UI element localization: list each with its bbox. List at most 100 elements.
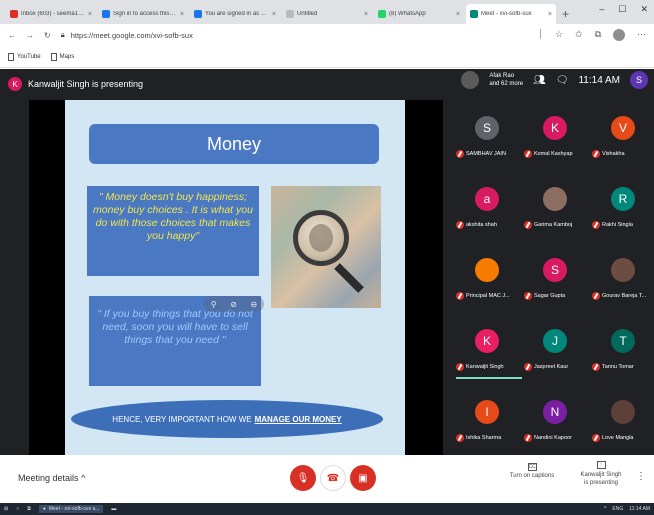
camera-off-button[interactable]: ▣ [350, 465, 376, 491]
meeting-details-button[interactable]: Meeting details ^ [18, 473, 85, 483]
favorites-icon[interactable]: ✩ [575, 29, 583, 41]
present-icon: ↑ [596, 461, 606, 469]
slide-title: Money [89, 124, 379, 164]
participant-tile[interactable]: R Rakhi Singla [590, 171, 654, 241]
captions-button[interactable]: CC Turn on captions [508, 463, 556, 479]
whatsapp-icon [378, 10, 386, 18]
pin-icon[interactable]: ⚲ [211, 300, 217, 309]
mic-muted-icon [456, 434, 464, 442]
more-options-icon[interactable]: ⋮ [636, 471, 646, 482]
captions-label: Turn on captions [509, 473, 555, 479]
tray-arrow-icon[interactable]: ^ [604, 506, 606, 512]
remove-icon[interactable]: ⊖ [251, 300, 258, 309]
bookmark-maps[interactable]: Maps [50, 52, 75, 61]
task-view-icon[interactable]: ⧉ [27, 506, 31, 512]
bookmark-youtube[interactable]: YouTube [8, 52, 41, 61]
tab-label: You are signed in as E104 [205, 11, 269, 17]
lock-icon: 🔒︎ [60, 30, 65, 39]
browser-tab[interactable]: Sign in to access this network× [98, 4, 188, 24]
mic-muted-icon [456, 221, 464, 229]
taskbar-meet-window[interactable]: ● Meet - xvi-sofb-sux a... [38, 505, 104, 513]
participant-avatar [611, 400, 635, 424]
participant-tile[interactable]: K Komal Kashyap [522, 100, 588, 170]
presenter-text: Kanwaljit Singh is presenting [28, 79, 144, 89]
attendee-summary[interactable]: Afak Rao and 62 more [489, 72, 523, 88]
tab-label: Sign in to access this network [113, 11, 177, 17]
close-window-icon[interactable]: ✕ [640, 4, 648, 15]
clock: 11:14 AM [578, 74, 620, 86]
participant-tile[interactable]: Principal MAC J... [454, 242, 520, 312]
close-tab-icon[interactable]: × [272, 11, 276, 18]
tab-label: Untitled [297, 11, 318, 17]
minimize-icon[interactable]: – [599, 4, 604, 15]
close-tab-icon[interactable]: × [88, 11, 92, 18]
close-tab-icon[interactable]: × [364, 11, 368, 18]
participant-tile[interactable]: S Sagar Gupta [522, 242, 588, 312]
participant-avatar: K [543, 116, 567, 140]
document-icon [8, 52, 14, 61]
close-tab-icon[interactable]: × [180, 11, 184, 18]
close-tab-icon[interactable]: × [548, 11, 552, 18]
participant-tile[interactable]: Love Mangla [590, 384, 654, 454]
participant-tile[interactable]: T Tannu Tomar [590, 313, 654, 383]
close-tab-icon[interactable]: × [456, 11, 460, 18]
participant-tile[interactable]: J Jaspreet Kaur [522, 313, 588, 383]
mic-muted-icon [592, 292, 600, 300]
browser-tab[interactable]: (8) WhatsApp × [374, 4, 464, 24]
collections-icon[interactable]: ⧉ [595, 29, 601, 41]
slide-quote-1: " Money doesn't buy happiness; money buy… [87, 186, 259, 276]
meeting-details-label: Meeting details [18, 473, 79, 483]
forward-icon[interactable]: → [26, 31, 34, 40]
participant-avatar: S [475, 116, 499, 140]
self-avatar[interactable]: S [630, 71, 648, 89]
tile-controls[interactable]: ⚲ ⊘ ⊖ [204, 296, 264, 312]
reload-icon[interactable]: ↻ [44, 31, 51, 40]
url-field[interactable]: 🔒︎ https://meet.google.com/xvi-sofb-sux [61, 30, 528, 40]
mute-icon[interactable]: ⊘ [230, 300, 237, 309]
edge-icon: ● [42, 506, 46, 512]
participant-name-row: Komal Kashyap [524, 150, 588, 158]
meeting-controls-bar: Meeting details ^ 🎙︎ ☎︎ ▣ CC Turn on cap… [0, 455, 654, 503]
participant-name: Kanwaljit Singh [466, 364, 504, 370]
folder-icon[interactable]: ▬ [111, 506, 116, 512]
browser-tab[interactable]: Meet - xvi-sofb-sux × [466, 4, 556, 24]
participant-name: Nandini Kapoor [534, 435, 572, 441]
participant-tile[interactable]: V Vishakha [590, 100, 654, 170]
chevron-up-icon: ^ [81, 473, 86, 483]
chat-icon[interactable]: 🗨︎ [556, 75, 569, 86]
new-tab-button[interactable]: + [562, 4, 569, 24]
windows-start-icon[interactable]: ⊞ [4, 506, 8, 512]
more-icon[interactable]: ⋯ [637, 29, 646, 41]
participant-name-row: Vishakha [592, 150, 654, 158]
bookmark-label: Maps [59, 53, 75, 60]
speaking-indicator [456, 377, 522, 379]
search-icon[interactable]: ○ [16, 506, 19, 512]
browser-tab[interactable]: You are signed in as E104 × [190, 4, 280, 24]
participant-name-row: Principal MAC J... [456, 292, 520, 300]
participant-tile[interactable]: S SAMBHAV JAIN [454, 100, 520, 170]
people-icon[interactable]: 👥︎ [533, 75, 546, 86]
browser-tab[interactable]: Untitled × [282, 4, 372, 24]
browser-tab[interactable]: Inbox (603) - seema16.07.1985× [6, 4, 96, 24]
participant-tile[interactable]: Gourav Bareja T... [590, 242, 654, 312]
maximize-icon[interactable]: ☐ [618, 4, 626, 15]
leave-call-button[interactable]: ☎︎ [320, 465, 346, 491]
participant-name-row: Rakhi Singla [592, 221, 654, 229]
banner-text: HENCE, VERY IMPORTANT HOW WE [112, 414, 252, 424]
present-now-button[interactable]: ↑ Kanwaljit Singh is presenting [574, 461, 628, 487]
mic-off-button[interactable]: 🎙︎ [290, 465, 316, 491]
mic-muted-icon [524, 363, 532, 371]
participant-name-row: Gourav Bareja T... [592, 292, 654, 300]
language-indicator[interactable]: ENG [612, 506, 623, 512]
participant-name: Vishakha [602, 151, 625, 157]
back-icon[interactable]: ← [8, 31, 16, 40]
participant-tile[interactable]: N Nandini Kapoor [522, 384, 588, 454]
star-icon[interactable]: ☆ [555, 29, 563, 41]
document-icon [50, 52, 57, 61]
participant-tile[interactable]: a akshita shah [454, 171, 520, 241]
profile-avatar[interactable] [613, 29, 625, 41]
participant-tile[interactable]: K Kanwaljit Singh [454, 313, 522, 383]
participant-tile[interactable]: I Ishika Sharma [454, 384, 520, 454]
mic-icon[interactable]: ⏐ [538, 29, 543, 41]
participant-tile[interactable]: Garima Kamboj [522, 171, 588, 241]
